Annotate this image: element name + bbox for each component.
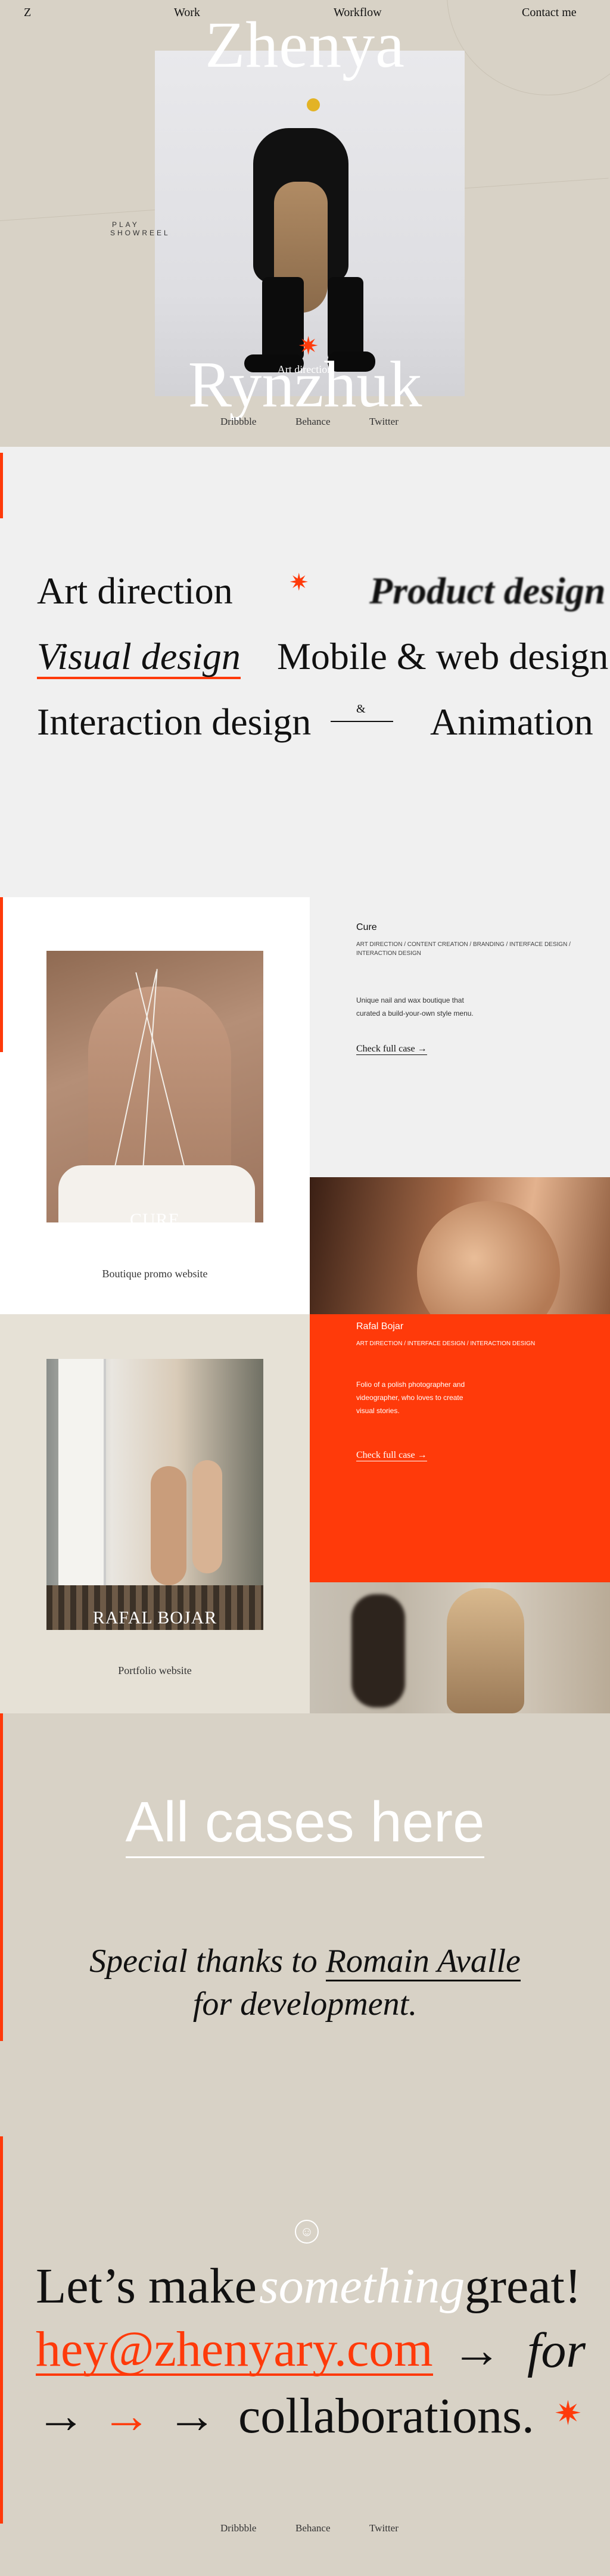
accent-bar — [0, 2136, 3, 2524]
check-full-case-link[interactable]: Check full case → — [356, 1044, 427, 1055]
email-link[interactable]: hey@zhenyary.com — [36, 2325, 433, 2376]
showreel-label-1: PLAY — [112, 220, 139, 229]
case-cure-subtitle: Boutique promo website — [102, 1268, 208, 1280]
photo-child — [151, 1466, 186, 1585]
face-shape — [417, 1201, 560, 1314]
great-text: great! — [465, 2258, 581, 2314]
hero-social-links: Dribbble Behance Twitter — [0, 416, 610, 430]
hero-section: Z Work Workflow Contact me Zhenya ✷ Art … — [0, 0, 610, 447]
social-behance[interactable]: Behance — [295, 2522, 331, 2534]
thanks-credit-link[interactable]: Romain Avalle — [325, 1943, 521, 1981]
skill-animation: Animation — [430, 701, 593, 743]
skill-interaction-design: Interaction design — [37, 701, 312, 743]
social-dribbble[interactable]: Dribbble — [220, 416, 256, 428]
case-rafal-secondary-photo — [310, 1582, 610, 1713]
showreel-label-2: SHOWREEL — [110, 229, 170, 237]
all-cases-section: All cases here Special thanks to Romain … — [0, 1713, 610, 2136]
arrow-icon: → — [101, 2388, 151, 2444]
skills-section: Art direction ✷ Product design Visual de… — [0, 447, 610, 897]
for-text: for — [527, 2323, 586, 2378]
case-cure-info: Cure ART DIRECTION / CONTENT CREATION / … — [356, 922, 583, 1055]
arrow-icon: → — [452, 2323, 502, 2378]
contact-section: ☺ Let’s make something great! hey@zhenya… — [0, 2136, 610, 2576]
case-description: Unique nail and wax boutique that curate… — [356, 996, 474, 1018]
star-icon: ✷ — [554, 2395, 582, 2432]
skill-art-direction: Art direction — [37, 570, 233, 612]
hero-last-name: Rynzhuk — [188, 348, 422, 421]
thanks-text-end: for development. — [192, 1986, 418, 2023]
case-cure-photo-title: CURE — [129, 1210, 180, 1230]
case-tags: ART DIRECTION / INTERFACE DESIGN / INTER… — [356, 1340, 536, 1347]
arrow-icon: → — [167, 2388, 217, 2444]
case-description: Folio of a polish photographer and video… — [356, 1380, 465, 1415]
case-rafal-photo[interactable] — [46, 1359, 263, 1630]
footer-social-links: Dribbble Behance Twitter — [0, 2522, 610, 2537]
all-cases-label: All cases here — [125, 1790, 485, 1858]
social-twitter[interactable]: Twitter — [369, 416, 399, 428]
case-rafal-photo-title: RAFAL BOJAR — [92, 1608, 217, 1628]
cases-section: CURE Boutique promo website Cure ART DIR… — [0, 897, 610, 1713]
all-cases-link[interactable]: All cases here — [0, 1790, 610, 1858]
case-title: Cure — [356, 922, 377, 932]
social-dribbble[interactable]: Dribbble — [220, 2522, 256, 2534]
flower — [307, 98, 320, 111]
smile-icon: ☺ — [295, 2220, 319, 2244]
accent-bar — [0, 453, 3, 518]
star-icon: ✷ — [289, 569, 309, 596]
photo-door — [58, 1359, 106, 1609]
showreel-button[interactable]: PLAY SHOWREEL — [110, 220, 170, 237]
lets-make-text: Let’s make — [36, 2258, 257, 2314]
something-text: something — [259, 2258, 465, 2314]
case-cure-photo[interactable] — [46, 951, 263, 1222]
woman-figure — [447, 1588, 524, 1713]
runner-figure — [351, 1594, 405, 1707]
arrow-icon: → — [36, 2388, 86, 2444]
collaborations-text: collaborations. — [238, 2388, 534, 2444]
case-rafal-info: Rafal Bojar ART DIRECTION / INTERFACE DE… — [356, 1321, 583, 1461]
thanks-text: Special thanks to — [89, 1943, 326, 1980]
hero-first-name: Zhenya — [205, 8, 405, 81]
skill-product-design: Product design — [369, 570, 606, 612]
case-cure-secondary-photo — [310, 1177, 610, 1314]
photo-child — [192, 1460, 222, 1573]
divider — [331, 721, 393, 722]
case-tags: ART DIRECTION / CONTENT CREATION / BRAND… — [356, 941, 571, 957]
case-rafal-subtitle: Portfolio website — [118, 1665, 192, 1676]
case-title: Rafal Bojar — [356, 1321, 404, 1331]
special-thanks: Special thanks to Romain Avalle for deve… — [0, 1940, 610, 2026]
social-behance[interactable]: Behance — [295, 416, 331, 428]
skill-mobile-web: Mobile & web design — [277, 635, 609, 677]
check-full-case-link[interactable]: Check full case → — [356, 1450, 427, 1461]
ampersand: & — [356, 702, 366, 715]
accent-bar — [0, 897, 3, 1052]
skill-visual-design: Visual design — [37, 637, 241, 679]
social-twitter[interactable]: Twitter — [369, 2522, 399, 2534]
